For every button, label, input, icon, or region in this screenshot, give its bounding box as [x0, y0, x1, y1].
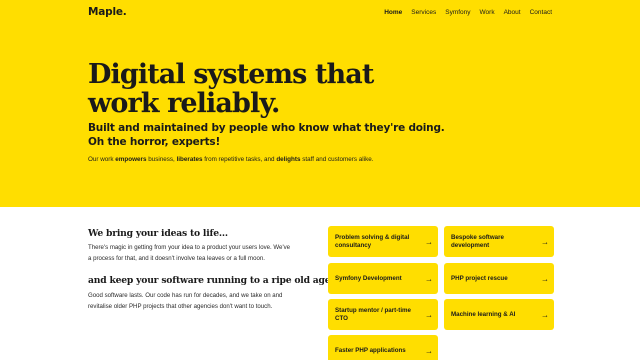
service-card-label: Startup mentor / part-time CTO: [335, 307, 411, 322]
service-card-label: PHP project rescue: [451, 274, 508, 282]
page-title-line-2: work reliably.: [88, 88, 280, 119]
page-title: Digital systems that work reliably.: [88, 60, 448, 118]
arrow-right-icon: →: [425, 237, 433, 247]
ideas-heading: We bring your ideas to life...: [88, 228, 228, 239]
hero-intro: Our work empowers business, liberates fr…: [88, 156, 408, 164]
maintain-paragraph: Good software lasts. Our code has run fo…: [88, 290, 316, 312]
logo[interactable]: Maple.: [88, 6, 127, 18]
nav-link-about[interactable]: About: [504, 9, 521, 16]
nav-link-work[interactable]: Work: [480, 9, 495, 16]
ideas-paragraph-line-2: a process for that, and it doesn't invol…: [88, 255, 265, 262]
maintain-paragraph-line-2: revitalise older PHP projects that other…: [88, 303, 273, 310]
ideas-paragraph: There's magic in getting from your idea …: [88, 242, 316, 264]
nav-link-home[interactable]: Home: [384, 9, 402, 16]
intro-text-2: business,: [146, 156, 177, 163]
intro-text-4: staff and customers alike.: [300, 156, 374, 163]
hero-subheading-line-1: Built and maintained by people who know …: [88, 122, 445, 134]
arrow-right-icon: →: [541, 274, 549, 284]
intro-bold-delights: delights: [276, 156, 301, 163]
arrow-right-icon: →: [425, 346, 433, 356]
service-card-label: Bespoke software development: [451, 234, 504, 249]
hero-section: Maple. Home Services Symfony Work About …: [0, 0, 640, 207]
maintain-heading: and keep your software running to a ripe…: [88, 275, 331, 286]
arrow-right-icon: →: [541, 310, 549, 320]
hero-subheading: Built and maintained by people who know …: [88, 121, 445, 149]
arrow-right-icon: →: [541, 237, 549, 247]
service-card-label: Machine learning & AI: [451, 310, 516, 318]
service-card-label: Symfony Development: [335, 274, 402, 282]
nav-links: Home Services Symfony Work About Contact: [384, 9, 552, 16]
service-card-label: Problem solving & digital consultancy: [335, 234, 410, 249]
intro-bold-liberates: liberates: [176, 156, 203, 163]
intro-bold-empowers: empowers: [115, 156, 147, 163]
nav-link-services[interactable]: Services: [411, 9, 436, 16]
service-card-label: Faster PHP applications: [335, 346, 406, 354]
service-card-startup-cto[interactable]: Startup mentor / part-time CTO →: [328, 299, 438, 330]
page-title-line-1: Digital systems that: [88, 59, 374, 90]
service-card-faster-php[interactable]: Faster PHP applications →: [328, 335, 438, 360]
intro-text-3: from repetitive tasks, and: [202, 156, 277, 163]
intro-text-1: Our work: [88, 156, 116, 163]
arrow-right-icon: →: [425, 310, 433, 320]
hero-subheading-line-2: Oh the horror, experts!: [88, 136, 221, 148]
service-card-php-rescue[interactable]: PHP project rescue →: [444, 263, 554, 294]
service-card-machine-learning[interactable]: Machine learning & AI →: [444, 299, 554, 330]
ideas-paragraph-line-1: There's magic in getting from your idea …: [88, 244, 291, 251]
service-card-consultancy[interactable]: Problem solving & digital consultancy →: [328, 226, 438, 257]
arrow-right-icon: →: [425, 274, 433, 284]
nav-link-symfony[interactable]: Symfony: [445, 9, 470, 16]
nav-link-contact[interactable]: Contact: [530, 9, 552, 16]
service-card-symfony[interactable]: Symfony Development →: [328, 263, 438, 294]
maintain-paragraph-line-1: Good software lasts. Our code has run fo…: [88, 292, 283, 299]
service-card-bespoke-development[interactable]: Bespoke software development →: [444, 226, 554, 257]
top-nav: Maple. Home Services Symfony Work About …: [88, 6, 554, 20]
